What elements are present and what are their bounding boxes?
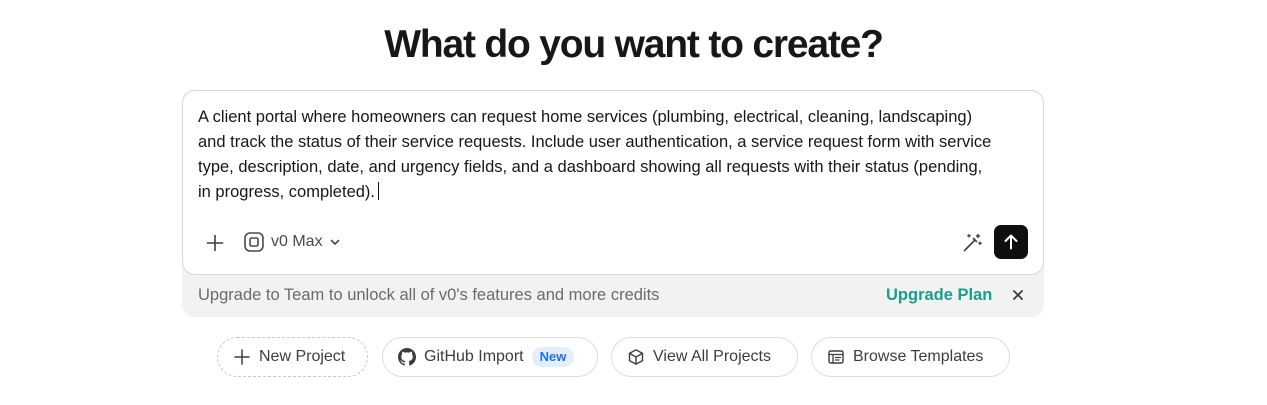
prompt-text: A client portal where homeowners can req… <box>198 108 992 201</box>
prompt-input[interactable]: A client portal where homeowners can req… <box>198 105 998 205</box>
upgrade-plan-link[interactable]: Upgrade Plan <box>886 285 992 305</box>
new-project-button[interactable]: New Project <box>217 337 368 377</box>
composer-controls: v0 Max <box>183 225 1043 259</box>
model-chip-icon <box>244 232 264 252</box>
github-import-button[interactable]: GitHub Import New <box>382 337 598 377</box>
dismiss-upgrade-button[interactable] <box>1010 287 1026 303</box>
template-icon <box>828 350 844 364</box>
text-caret <box>378 182 379 200</box>
chevron-down-icon <box>330 239 339 245</box>
cube-icon <box>628 349 644 365</box>
model-label: v0 Max <box>271 233 323 250</box>
browse-templates-label: Browse Templates <box>853 348 984 365</box>
magic-wand-icon <box>963 233 982 252</box>
view-all-projects-button[interactable]: View All Projects <box>611 337 798 377</box>
send-button[interactable] <box>994 225 1028 259</box>
new-project-label: New Project <box>259 348 346 365</box>
close-icon <box>1013 290 1023 300</box>
plus-icon <box>234 349 250 365</box>
model-selector[interactable]: v0 Max <box>243 228 341 256</box>
browse-templates-button[interactable]: Browse Templates <box>811 337 1010 377</box>
enhance-prompt-button[interactable] <box>957 228 987 258</box>
github-icon <box>398 348 416 366</box>
upgrade-message: Upgrade to Team to unlock all of v0's fe… <box>198 286 660 304</box>
attach-button[interactable] <box>201 229 229 257</box>
page-title: What do you want to create? <box>384 23 884 66</box>
view-all-projects-label: View All Projects <box>653 348 771 365</box>
new-badge: New <box>531 347 575 367</box>
arrow-up-icon <box>1004 234 1018 250</box>
plus-icon <box>206 234 224 252</box>
github-import-label: GitHub Import <box>424 348 524 365</box>
prompt-composer[interactable]: A client portal where homeowners can req… <box>182 90 1044 275</box>
